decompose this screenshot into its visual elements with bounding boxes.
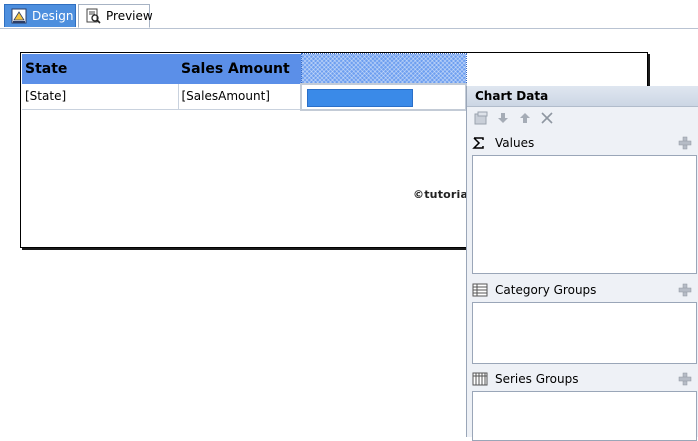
header-sales-amount[interactable]: Sales Amount bbox=[178, 53, 301, 84]
tab-design[interactable]: Design bbox=[4, 4, 76, 27]
tab-preview-label: Preview bbox=[106, 9, 153, 23]
tablix[interactable]: State Sales Amount [State] [SalesAmount] bbox=[22, 53, 467, 111]
values-drop-zone[interactable] bbox=[472, 155, 697, 274]
values-label: Values bbox=[495, 136, 535, 150]
sparkline-bar[interactable] bbox=[307, 88, 413, 107]
add-series-group-icon[interactable] bbox=[678, 372, 692, 386]
design-icon bbox=[11, 8, 27, 24]
detail-sales-amount[interactable]: [SalesAmount] bbox=[178, 83, 302, 110]
tab-strip: Design Preview bbox=[0, 0, 698, 29]
detail-row: [State] [SalesAmount] bbox=[22, 82, 467, 111]
columns-icon bbox=[472, 372, 488, 386]
chart-data-title: Chart Data bbox=[467, 86, 698, 107]
move-down-icon[interactable] bbox=[495, 110, 511, 126]
header-state[interactable]: State bbox=[22, 53, 178, 84]
values-section-header: Values bbox=[472, 133, 694, 153]
properties-icon[interactable] bbox=[473, 110, 489, 126]
category-groups-header: Category Groups bbox=[472, 280, 694, 300]
header-row: State Sales Amount bbox=[22, 53, 467, 84]
series-groups-label: Series Groups bbox=[495, 372, 579, 386]
category-groups-drop-zone[interactable] bbox=[472, 302, 697, 364]
detail-state[interactable]: [State] bbox=[22, 83, 179, 110]
sparkline-cell[interactable] bbox=[300, 82, 467, 111]
chart-data-pane: Chart Data Values Category Groups Series… bbox=[466, 86, 698, 441]
sigma-icon bbox=[472, 136, 488, 150]
series-groups-drop-zone[interactable] bbox=[472, 391, 697, 441]
move-up-icon[interactable] bbox=[517, 110, 533, 126]
chart-data-toolbar bbox=[467, 107, 698, 129]
list-icon bbox=[472, 283, 488, 297]
preview-icon bbox=[85, 8, 101, 24]
tab-preview[interactable]: Preview bbox=[78, 4, 153, 28]
series-groups-header: Series Groups bbox=[472, 369, 694, 389]
delete-icon[interactable] bbox=[539, 110, 555, 126]
add-value-icon[interactable] bbox=[678, 136, 692, 150]
header-sparkline[interactable] bbox=[300, 53, 467, 84]
tab-design-label: Design bbox=[32, 9, 74, 23]
add-category-group-icon[interactable] bbox=[678, 283, 692, 297]
category-groups-label: Category Groups bbox=[495, 283, 597, 297]
